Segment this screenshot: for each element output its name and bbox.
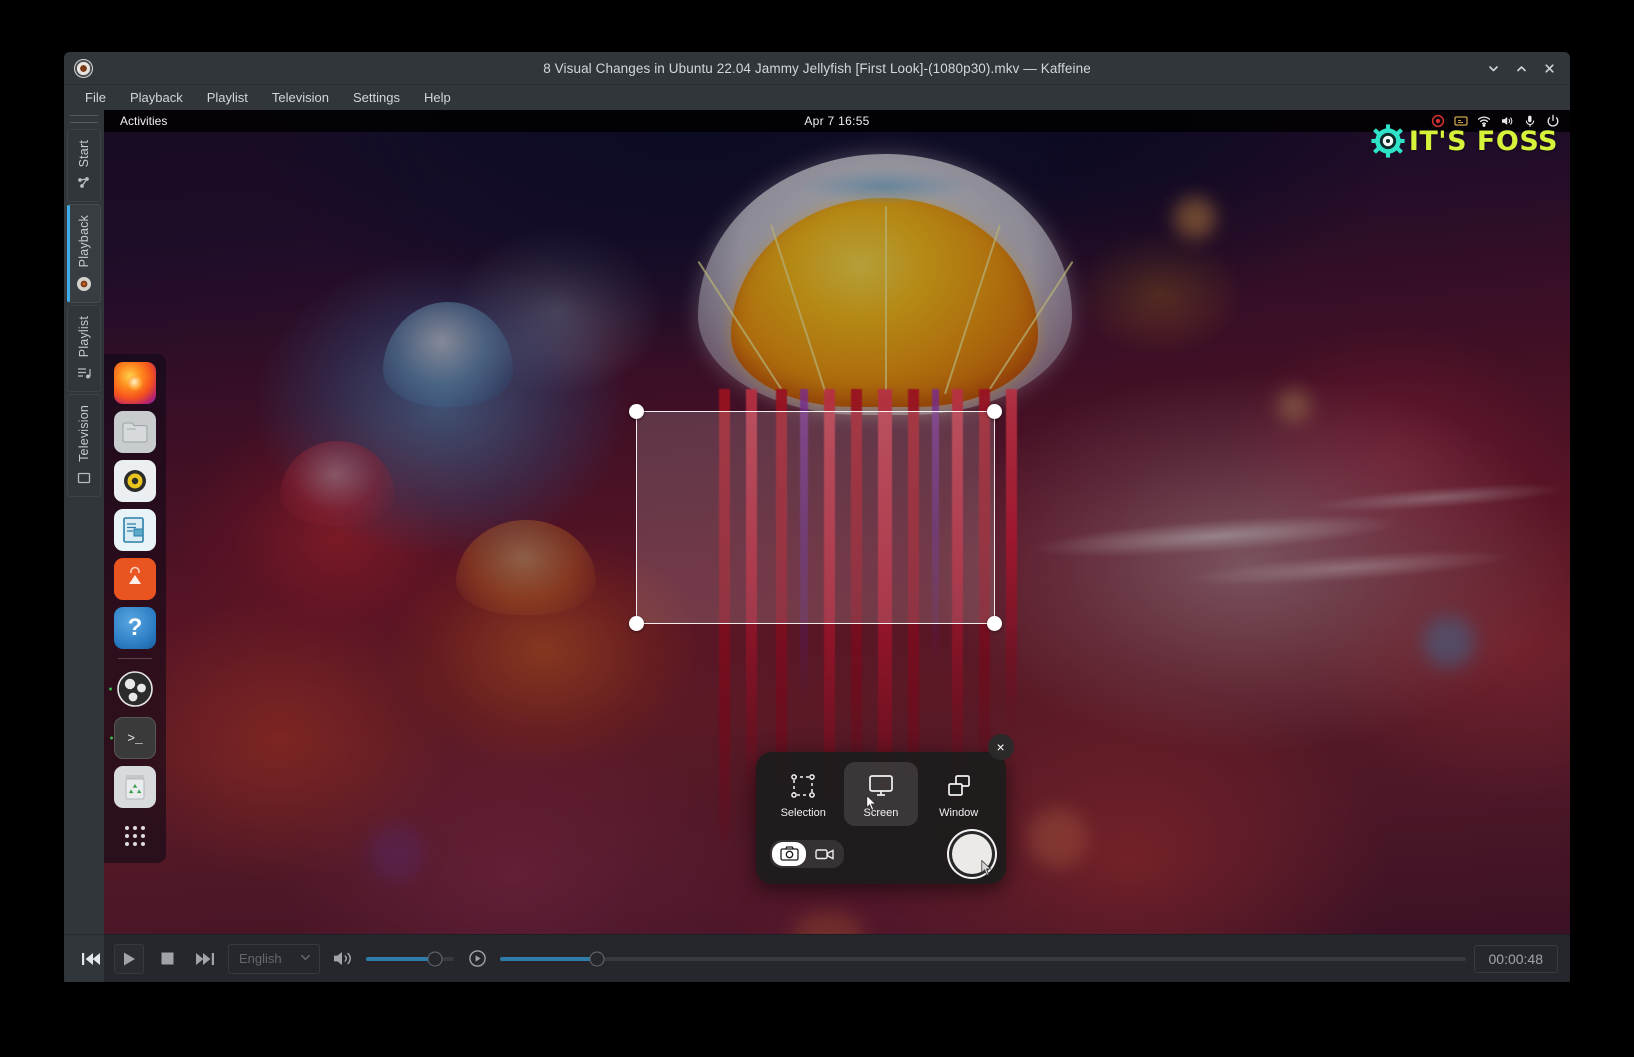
sidebar-item-label: Start xyxy=(77,140,91,168)
titlebar: 8 Visual Changes in Ubuntu 22.04 Jammy J… xyxy=(64,52,1570,85)
capture-type-toggle xyxy=(770,839,845,868)
window-controls xyxy=(1480,52,1562,85)
selection-highlight xyxy=(637,411,995,624)
window-body: Start Playback Playlist Television Activ… xyxy=(64,110,1570,982)
dock-item-libreoffice-writer[interactable] xyxy=(114,509,156,552)
dock-item-rhythmbox[interactable] xyxy=(114,460,156,503)
playlist-icon xyxy=(76,365,92,381)
sidebar-tab-rail: Start Playback Playlist Television xyxy=(64,110,104,982)
skip-backward-icon[interactable] xyxy=(76,944,106,974)
gear-icon xyxy=(1371,124,1405,158)
video-camera-icon[interactable] xyxy=(808,842,842,866)
selection-icon xyxy=(788,771,818,801)
dock-item-help[interactable]: ? xyxy=(114,607,156,650)
screenshot-toolbar: × Selection Screen Window xyxy=(756,733,1014,884)
running-indicator xyxy=(110,736,113,740)
screenshot-selection-rectangle[interactable] xyxy=(629,403,1003,632)
television-icon xyxy=(76,470,92,486)
ubuntu-dock: ? >_ xyxy=(104,354,166,864)
capture-mode-label: Window xyxy=(939,806,979,819)
dock-item-files[interactable] xyxy=(114,411,156,454)
dock-item-trash[interactable] xyxy=(114,766,156,809)
dock-item-firefox[interactable] xyxy=(114,362,156,405)
mouse-cursor-icon xyxy=(866,795,877,811)
menu-playlist[interactable]: Playlist xyxy=(196,87,259,108)
selection-handle-top-left[interactable] xyxy=(629,403,645,419)
sidebar-item-label: Television xyxy=(77,404,91,462)
mouse-cursor-icon xyxy=(980,859,992,876)
sidebar-item-start[interactable]: Start xyxy=(67,129,101,203)
camera-icon[interactable] xyxy=(772,841,807,866)
screenshot-actions xyxy=(766,833,995,876)
kaffeine-window: 8 Visual Changes in Ubuntu 22.04 Jammy J… xyxy=(64,52,1570,982)
menu-help[interactable]: Help xyxy=(413,87,462,108)
dock-item-show-applications[interactable] xyxy=(114,815,156,857)
window-title: 8 Visual Changes in Ubuntu 22.04 Jammy J… xyxy=(543,60,1091,76)
capture-mode-label: Selection xyxy=(780,806,826,819)
menu-television[interactable]: Television xyxy=(261,87,340,108)
dock-item-obs-studio[interactable] xyxy=(109,668,156,710)
sidebar-item-playlist[interactable]: Playlist xyxy=(67,304,101,392)
dock-separator xyxy=(118,658,152,660)
capture-mode-window[interactable]: Window xyxy=(922,762,996,826)
sidebar-item-television[interactable]: Television xyxy=(67,393,101,497)
gnome-clock[interactable]: Apr 7 16:55 xyxy=(104,114,1570,128)
capture-mode-screen[interactable]: Screen xyxy=(844,761,918,826)
playback-icon xyxy=(76,276,92,292)
sidebar-item-playback[interactable]: Playback xyxy=(67,204,101,303)
sidebar-item-label: Playback xyxy=(77,215,91,268)
dock-item-ubuntu-software[interactable] xyxy=(114,558,156,601)
window-icon xyxy=(944,771,974,801)
itsfoss-text: IT'S FOSS xyxy=(1408,125,1558,157)
maximize-icon[interactable] xyxy=(1508,56,1534,82)
itsfoss-watermark: IT'S FOSS xyxy=(1371,124,1558,158)
desktop-background: 8 Visual Changes in Ubuntu 22.04 Jammy J… xyxy=(0,0,1634,1057)
menu-settings[interactable]: Settings xyxy=(342,87,411,108)
close-icon[interactable]: × xyxy=(987,733,1014,760)
menu-playback[interactable]: Playback xyxy=(119,87,194,108)
menubar: File Playback Playlist Television Settin… xyxy=(64,85,1570,110)
running-indicator xyxy=(109,687,112,691)
video-viewport[interactable]: Activities Apr 7 16:55 IT'S FOSS ? >_ × … xyxy=(104,110,1570,982)
minimize-icon[interactable] xyxy=(1480,56,1506,82)
start-icon xyxy=(76,175,92,191)
dock-item-terminal[interactable]: >_ xyxy=(110,717,156,760)
menu-file[interactable]: File xyxy=(74,87,117,108)
close-icon[interactable] xyxy=(1536,56,1562,82)
rail-grip[interactable] xyxy=(70,115,98,123)
gnome-top-bar: Activities Apr 7 16:55 xyxy=(104,110,1570,132)
kaffeine-icon xyxy=(74,59,93,78)
sidebar-item-label: Playlist xyxy=(77,315,91,357)
capture-mode-selection[interactable]: Selection xyxy=(766,762,840,826)
capture-mode-group: Selection Screen Window xyxy=(766,761,996,826)
